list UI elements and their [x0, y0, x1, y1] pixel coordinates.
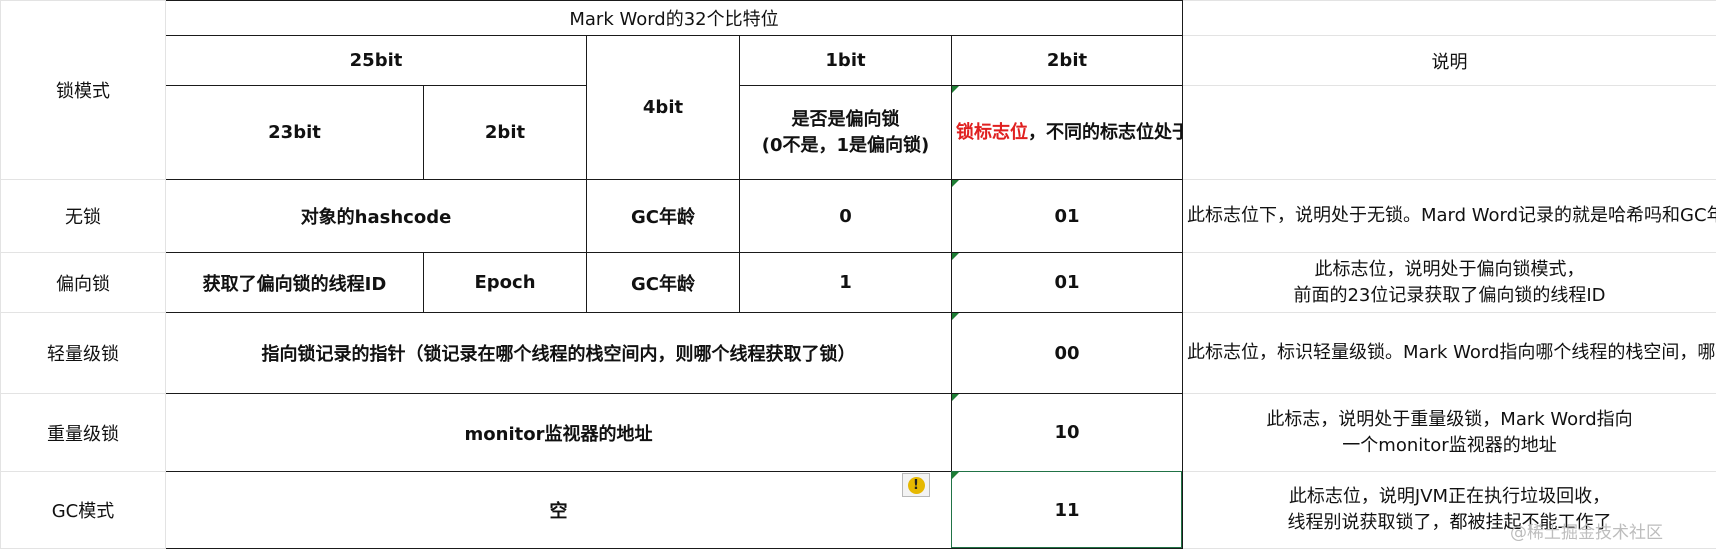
row-unlocked-desc[interactable]: 此标志位下，说明处于无锁。Mard Word记录的就是哈希吗和GC年龄 — [1183, 180, 1716, 253]
row-unlocked-hashcode[interactable]: 对象的hashcode — [166, 180, 587, 253]
header-25bit[interactable]: 25bit — [166, 36, 587, 86]
row-unlocked-biased[interactable]: 0 — [740, 180, 952, 253]
header-23bit[interactable]: 23bit — [166, 86, 424, 180]
row-biased-desc[interactable]: 此标志位，说明处于偏向锁模式， 前面的23位记录获取了偏向锁的线程ID — [1183, 253, 1716, 313]
header-lock-flag-rest: ，不同的标志位处于不同的锁模式 — [1028, 122, 1183, 143]
header-4bit[interactable]: 4bit — [587, 36, 740, 180]
row-heavyweight-mode[interactable]: 重量级锁 — [1, 394, 166, 472]
header-2bit[interactable]: 2bit — [952, 36, 1183, 86]
header-title[interactable]: Mark Word的32个比特位 — [166, 1, 1183, 36]
header-lock-flag-red: 锁标志位 — [956, 122, 1028, 143]
row-biased-flag[interactable]: 01 — [952, 253, 1183, 313]
header-lock-flag-desc[interactable]: 锁标志位，不同的标志位处于不同的锁模式 — [952, 86, 1183, 180]
watermark-text: @稀土掘金技术社区 — [1510, 518, 1663, 543]
header-biased-flag-desc[interactable]: 是否是偏向锁 (0不是，1是偏向锁) — [740, 86, 952, 180]
row-heavyweight-flag[interactable]: 10 — [952, 394, 1183, 472]
row-biased-biased[interactable]: 1 — [740, 253, 952, 313]
row-lightweight-desc[interactable]: 此标志位，标识轻量级锁。Mark Word指向哪个线程的栈空间，哪个线程就获取了… — [1183, 313, 1716, 394]
row-biased-thread-id[interactable]: 获取了偏向锁的线程ID — [166, 253, 424, 313]
header-2bit-epoch[interactable]: 2bit — [424, 86, 587, 180]
row-lightweight-flag[interactable]: 00 — [952, 313, 1183, 394]
header-1bit[interactable]: 1bit — [740, 36, 952, 86]
row-heavyweight-monitor[interactable]: monitor监视器的地址 — [166, 394, 952, 472]
row-lightweight-pointer[interactable]: 指向锁记录的指针（锁记录在哪个线程的栈空间内，则哪个线程获取了锁） — [166, 313, 952, 394]
error-check-button[interactable]: ! — [902, 473, 930, 497]
spreadsheet-sheet: 锁模式 Mark Word的32个比特位 25bit 4bit 1bit 2bi… — [0, 0, 1716, 548]
row-heavyweight-desc-text: 此标志，说明处于重量级锁，Mark Word指向 一个monitor监视器的地址 — [1266, 409, 1632, 456]
header-description-blank[interactable] — [1183, 86, 1716, 180]
header-biased-flag-text: 是否是偏向锁 (0不是，1是偏向锁) — [762, 109, 930, 156]
row-biased-mode[interactable]: 偏向锁 — [1, 253, 166, 313]
row-biased-gc-age[interactable]: GC年龄 — [587, 253, 740, 313]
header-description[interactable]: 说明 — [1183, 36, 1716, 86]
row-gc-empty[interactable]: 空 — [166, 472, 952, 549]
row-gc-mode[interactable]: GC模式 — [1, 472, 166, 549]
row-unlocked-mode[interactable]: 无锁 — [1, 180, 166, 253]
row-unlocked-gc-age[interactable]: GC年龄 — [587, 180, 740, 253]
row-biased-desc-text: 此标志位，说明处于偏向锁模式， 前面的23位记录获取了偏向锁的线程ID — [1293, 259, 1605, 306]
header-blank-cell[interactable] — [1183, 1, 1716, 36]
header-lock-mode[interactable]: 锁模式 — [1, 1, 166, 180]
row-lightweight-mode[interactable]: 轻量级锁 — [1, 313, 166, 394]
row-biased-epoch[interactable]: Epoch — [424, 253, 587, 313]
row-gc-flag[interactable]: 11 — [952, 472, 1183, 549]
row-heavyweight-desc[interactable]: 此标志，说明处于重量级锁，Mark Word指向 一个monitor监视器的地址 — [1183, 394, 1716, 472]
warning-icon: ! — [908, 477, 925, 494]
mark-word-table: 锁模式 Mark Word的32个比特位 25bit 4bit 1bit 2bi… — [0, 0, 1716, 549]
row-unlocked-flag[interactable]: 01 — [952, 180, 1183, 253]
